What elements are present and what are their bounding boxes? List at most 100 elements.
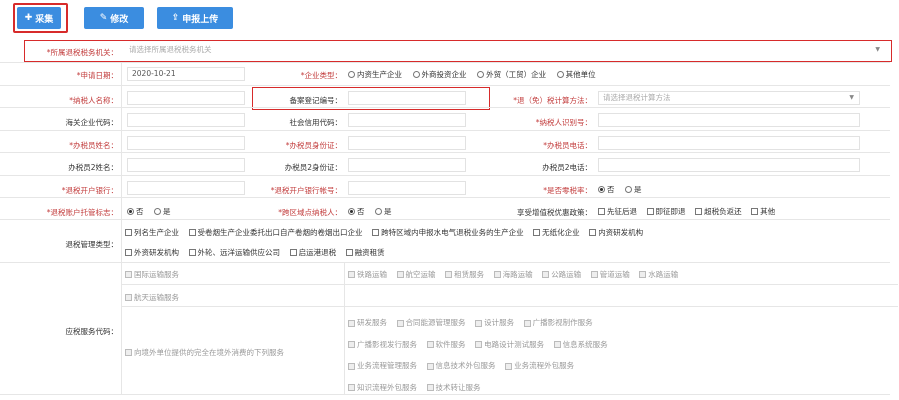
checkbox	[348, 362, 355, 370]
option-label: 其他	[760, 207, 776, 216]
service-option[interactable]: 合同能源管理服务	[396, 313, 466, 333]
customs-code-label: 海关企业代码：	[65, 118, 119, 127]
taxpayer-id-input[interactable]	[598, 113, 860, 127]
option-label: 航空运输	[405, 270, 436, 279]
handler2-id-input[interactable]	[348, 158, 466, 172]
service-option[interactable]: 向境外单位提供的完全在境外消费的下列服务	[125, 347, 284, 358]
mgmt-type-option[interactable]: 无纸化企业	[533, 227, 580, 238]
collect-label: 采集	[35, 14, 54, 25]
service-option[interactable]: 信息系统服务	[553, 335, 608, 355]
customs-code-input[interactable]	[127, 113, 245, 127]
taxpayer-name-input[interactable]	[127, 91, 245, 105]
checkbox	[348, 341, 355, 348]
trust-radios: 否 是	[127, 206, 179, 217]
bank-account-label: *退税开户银行帐号：	[270, 186, 342, 195]
bank-input[interactable]	[127, 181, 245, 195]
collect-button[interactable]: ✚ 采集	[17, 7, 61, 29]
service-option[interactable]: 业务流程外包服务	[505, 356, 574, 376]
service-option[interactable]: 研发服务	[348, 313, 387, 333]
service-option[interactable]: 公路运输	[542, 269, 581, 280]
option-label: 内资生产企业	[357, 70, 402, 79]
option-label: 先征后退	[607, 207, 637, 216]
radio-circle	[412, 71, 420, 78]
service-option[interactable]: 海路运输	[493, 269, 533, 280]
service-option[interactable]: 广播影视发行服务	[348, 335, 417, 355]
company-type-option[interactable]: 外商投资企业	[412, 69, 467, 80]
handler2-phone-input[interactable]	[598, 158, 860, 172]
option-label: 铁路运输	[357, 270, 387, 279]
company-type-radios: 内资生产企业 外商投资企业 外贸（工贸）企业 其他单位	[348, 69, 604, 80]
divider	[0, 62, 890, 63]
service-option[interactable]: 航天运输服务	[125, 292, 179, 303]
record-no-input[interactable]	[348, 91, 466, 105]
trust-yes[interactable]: 是	[154, 206, 171, 217]
service-option[interactable]: 铁路运输	[348, 269, 387, 280]
handler-name-input[interactable]	[127, 136, 245, 150]
service-option[interactable]: 航空运输	[396, 269, 436, 280]
checkbox	[348, 319, 355, 327]
zero-rate-yes[interactable]: 是	[625, 184, 642, 195]
cross-region-yes[interactable]: 是	[375, 206, 392, 217]
checkbox	[396, 319, 404, 327]
mgmt-type-option[interactable]: 跨特区域内申报水电气退税业务的生产企业	[372, 227, 524, 238]
service-option[interactable]: 软件服务	[426, 335, 466, 355]
taxpayer-id-label: *纳税人识别号：	[535, 118, 592, 127]
company-type-label: *企业类型：	[300, 71, 342, 80]
option-label: 软件服务	[435, 339, 466, 349]
trust-no[interactable]: 否	[127, 206, 144, 217]
tax-office-select[interactable]: 请选择所属退税税务机关 ▼	[125, 44, 885, 58]
zero-rate-no[interactable]: 否	[598, 184, 615, 195]
apply-date-input[interactable]: 2020-10-21	[127, 67, 245, 81]
vat-policy-label: 享受增值税优惠政策：	[517, 208, 592, 217]
company-type-option[interactable]: 内资生产企业	[348, 69, 402, 80]
handler2-name-input[interactable]	[127, 158, 245, 172]
edit-label: 修改	[110, 14, 129, 25]
cross-region-no[interactable]: 否	[348, 206, 365, 217]
credit-code-label: 社会信用代码：	[289, 118, 343, 127]
handler-id-input[interactable]	[348, 136, 466, 150]
services-d-line: 知识流程外包服务 技术转让服务	[348, 378, 615, 400]
mgmt-type-option[interactable]: 受卷烟生产企业委托出口自产卷烟的卷烟出口企业	[188, 227, 363, 238]
service-option[interactable]: 水路运输	[639, 269, 678, 280]
service-option[interactable]: 管道运输	[590, 269, 630, 280]
service-option[interactable]: 业务流程管理服务	[348, 356, 417, 376]
mgmt-type-option[interactable]: 融资租赁	[345, 247, 385, 258]
company-type-option[interactable]: 外贸（工贸）企业	[477, 69, 546, 80]
mgmt-type-option[interactable]: 启运港退税	[289, 247, 336, 258]
mgmt-type-option[interactable]: 列名生产企业	[125, 227, 179, 238]
record-no-label: 备案登记编号：	[289, 96, 343, 105]
checkbox	[125, 294, 132, 301]
checkbox	[348, 271, 355, 278]
service-option[interactable]: 租赁服务	[445, 269, 484, 280]
checkbox	[188, 229, 196, 236]
vat-policy-option[interactable]: 超税负返还	[695, 206, 742, 217]
mgmt-type-option[interactable]: 外资研发机构	[125, 247, 179, 258]
mgmt-type-option[interactable]: 内资研发机构	[589, 227, 643, 238]
service-option[interactable]: 设计服务	[475, 313, 514, 333]
vat-policy-option[interactable]: 其他	[751, 206, 775, 217]
service-option[interactable]: 电路设计测试服务	[475, 335, 544, 355]
vat-policy-option[interactable]: 先征后退	[598, 206, 637, 217]
divider	[0, 175, 890, 176]
option-label: 向境外单位提供的完全在境外消费的下列服务	[134, 348, 284, 357]
handler-phone-input[interactable]	[598, 136, 860, 150]
service-option[interactable]: 信息技术外包服务	[426, 356, 496, 376]
checkbox	[426, 384, 434, 391]
option-label: 受卷烟生产企业委托出口自产卷烟的卷烟出口企业	[197, 228, 363, 237]
option-label: 航天运输服务	[134, 293, 179, 302]
service-option[interactable]: 国际运输服务	[125, 269, 179, 280]
credit-code-input[interactable]	[348, 113, 466, 127]
mgmt-type-option[interactable]: 外轮、远洋运输供应公司	[188, 247, 280, 258]
bank-account-input[interactable]	[348, 181, 466, 195]
option-label: 业务流程管理服务	[357, 361, 417, 370]
checkbox	[125, 349, 132, 356]
upload-button[interactable]: ⇪ 申报上传	[157, 7, 233, 29]
service-option[interactable]: 广播影视制作服务	[523, 313, 593, 333]
checkbox	[372, 229, 380, 236]
vat-policy-option[interactable]: 即征即退	[646, 206, 686, 217]
edit-button[interactable]: ✎ 修改	[84, 7, 144, 29]
company-type-option[interactable]: 其他单位	[556, 69, 596, 80]
divider	[0, 262, 890, 263]
upload-label: 申报上传	[182, 14, 219, 25]
refund-method-select[interactable]: 请选择退税计算方法 ▼	[598, 91, 860, 105]
